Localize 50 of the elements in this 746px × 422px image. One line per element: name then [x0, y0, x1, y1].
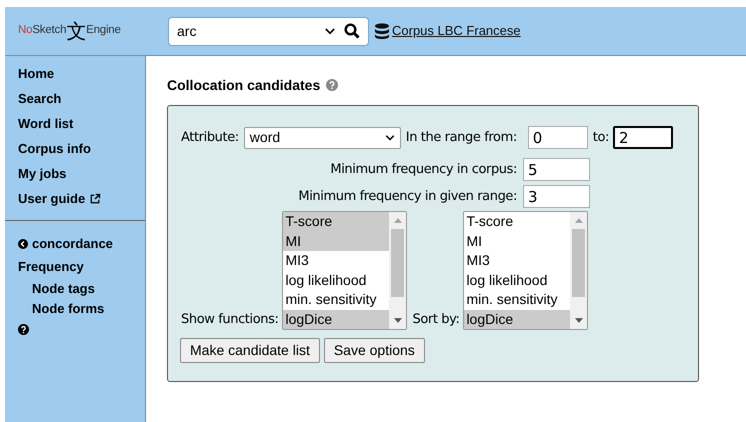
chevron-down-icon[interactable]: [325, 28, 335, 34]
field-label: to:: [592, 128, 610, 147]
external-link-icon: [89, 192, 102, 204]
search-field[interactable]: arc: [168, 16, 369, 46]
sidebar-link[interactable]: Node tags: [18, 279, 145, 299]
list-box[interactable]: T-score MI MI3 log likelihood min. sensitivity logDice: [282, 211, 408, 330]
field-label: Minimum frequency in corpus:: [329, 160, 518, 179]
page-title: Collocation candidates: [167, 76, 320, 94]
scroll-up-icon: [574, 218, 583, 223]
sidebar-link[interactable]: My jobs: [18, 161, 145, 186]
chevron-down-icon: [384, 134, 395, 140]
sidebar-link[interactable]: Home: [18, 61, 145, 86]
sidebar-link[interactable]: Corpus info: [18, 136, 145, 161]
field-label: Sort by:: [412, 310, 460, 328]
help-icon[interactable]: [18, 324, 29, 334]
list-option[interactable]: T-score: [464, 212, 570, 232]
scroll-up-icon: [394, 218, 402, 223]
scroll-down-icon: [574, 318, 583, 323]
list-option[interactable]: min. sensitivity: [283, 290, 390, 310]
search-icon[interactable]: [344, 23, 360, 39]
list-option[interactable]: log likelihood: [464, 270, 570, 290]
concordance-link[interactable]: concordance: [18, 234, 145, 254]
sidebar-link[interactable]: Node forms: [18, 299, 145, 319]
attribute-select[interactable]: word: [244, 126, 401, 148]
sidebar-link[interactable]: Frequency: [18, 254, 145, 279]
number-input[interactable]: 2: [613, 126, 674, 149]
scrollbar[interactable]: [389, 212, 406, 329]
list-option[interactable]: min. sensitivity: [464, 290, 570, 310]
field-label: Minimum frequency in given range:: [297, 188, 518, 206]
field-label: Show functions:: [181, 310, 278, 328]
scrollbar[interactable]: [570, 212, 588, 329]
sidebar-link[interactable]: Search: [18, 86, 145, 111]
number-input[interactable]: 5: [523, 158, 590, 181]
scroll-down-icon: [394, 318, 402, 323]
list-option[interactable]: logDice: [464, 310, 570, 329]
corpus-link[interactable]: Corpus LBC Francese: [392, 21, 521, 41]
number-input[interactable]: 3: [523, 185, 590, 208]
form-button[interactable]: Save options: [324, 338, 425, 363]
number-input[interactable]: 0: [528, 126, 588, 149]
list-option[interactable]: log likelihood: [283, 270, 390, 290]
form-button[interactable]: Make candidate list: [180, 338, 320, 363]
field-label: In the range from:: [406, 128, 518, 147]
list-option[interactable]: T-score: [283, 212, 390, 232]
sidebar-link[interactable]: User guide: [18, 186, 145, 211]
list-option[interactable]: logDice: [283, 310, 390, 329]
list-box[interactable]: T-score MI MI3 log likelihood min. sensitivity logDice: [463, 211, 588, 330]
sidebar-link[interactable]: Word list: [18, 111, 145, 136]
list-option[interactable]: MI: [283, 232, 390, 251]
database-icon: [375, 23, 389, 39]
field-label: Attribute:: [181, 128, 239, 147]
